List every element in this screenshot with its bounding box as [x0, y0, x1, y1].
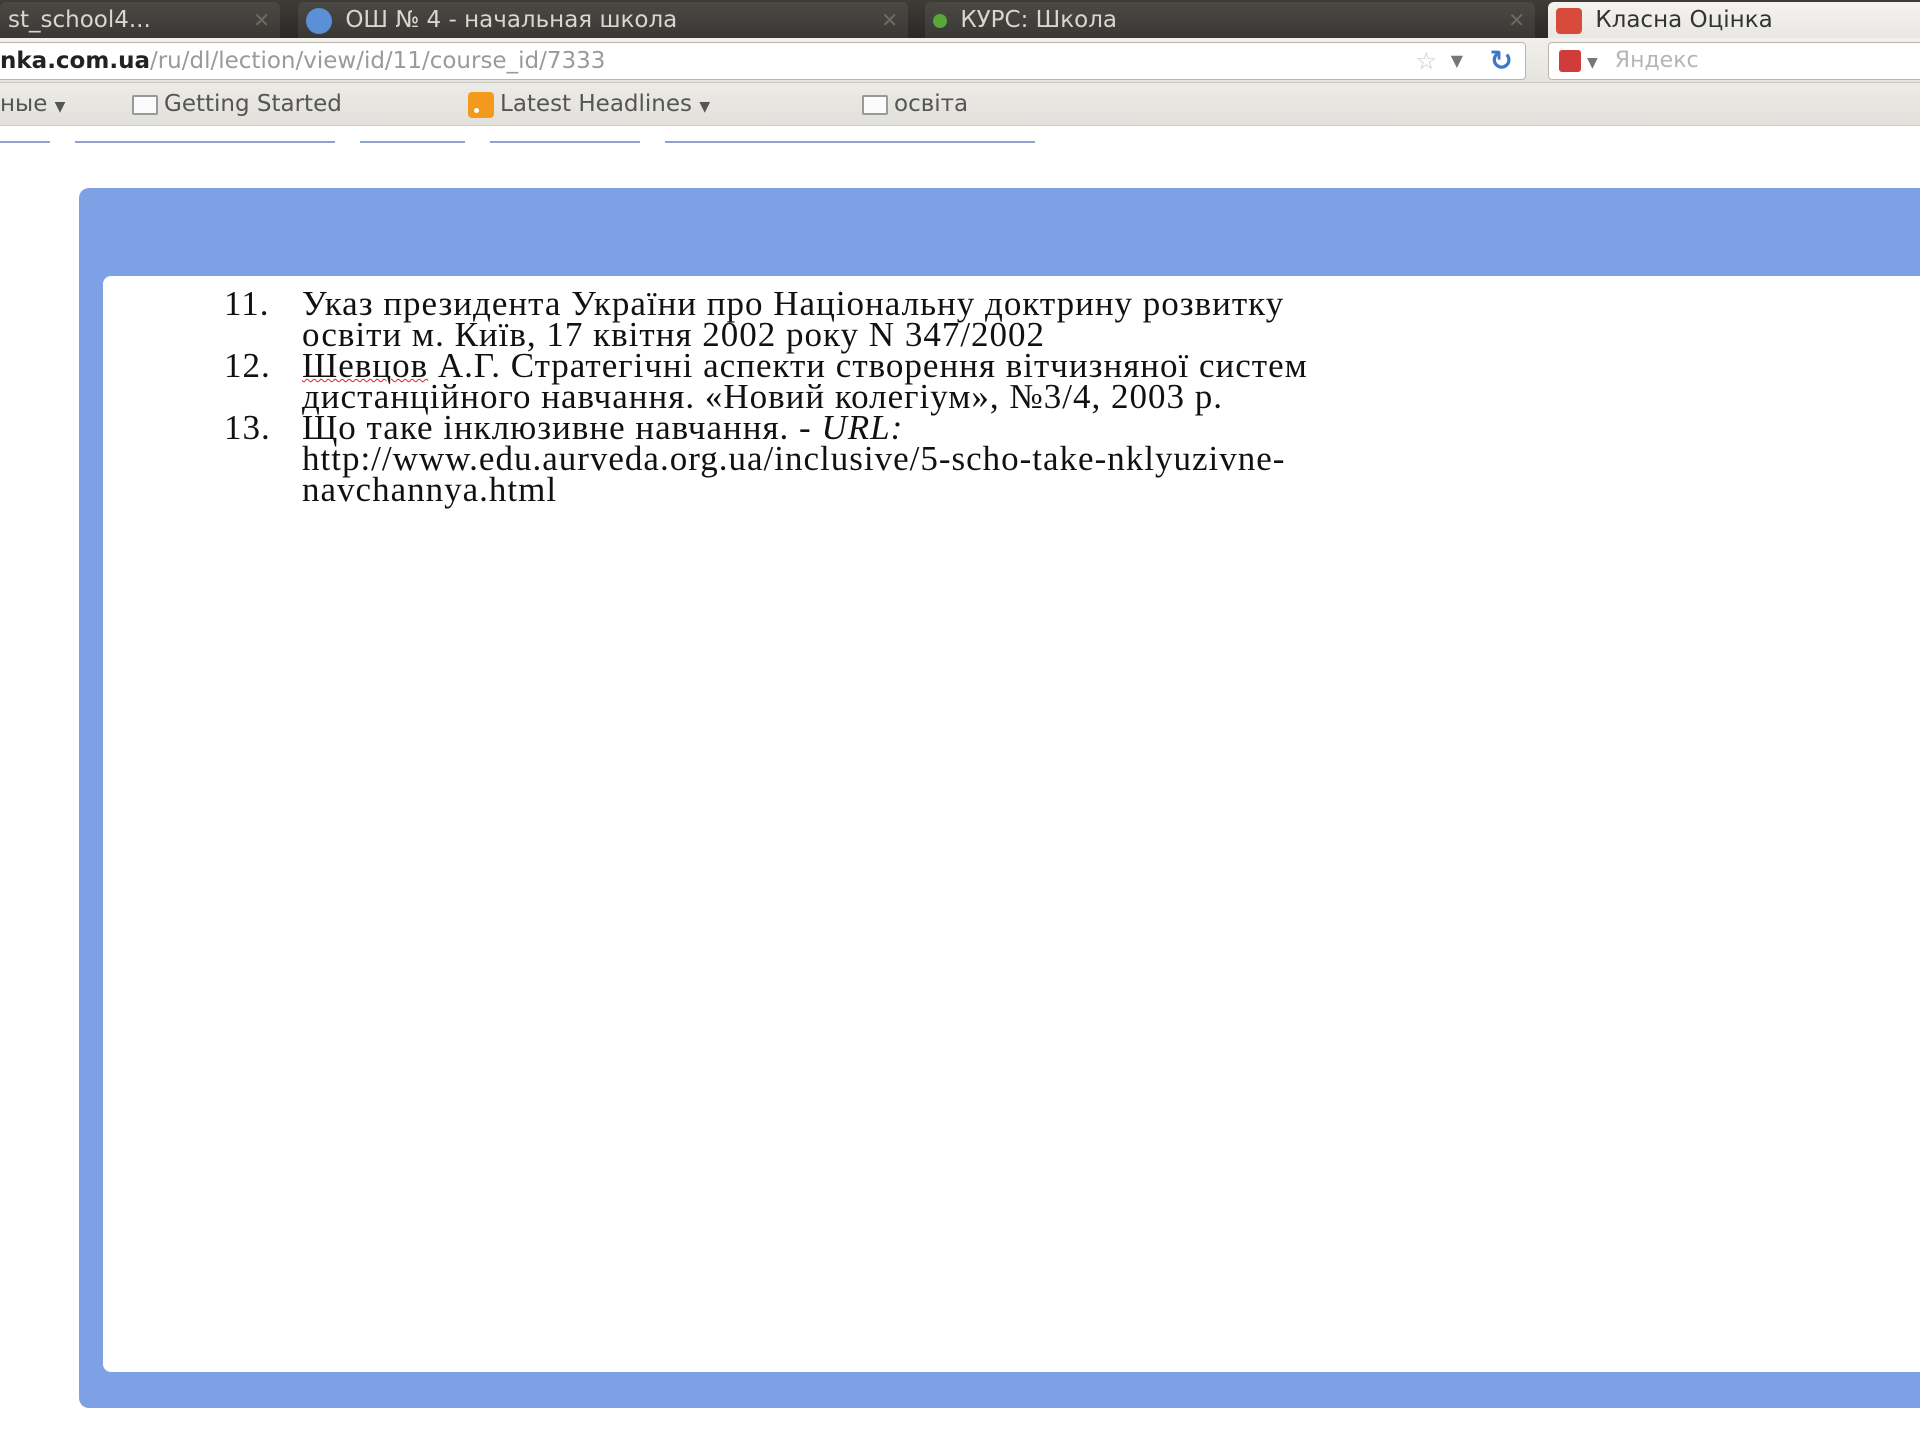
breadcrumb-link[interactable]	[0, 141, 50, 143]
reference-list: 11. Указ президента України про Націонал…	[224, 284, 1920, 509]
rss-icon	[468, 91, 494, 118]
globe-icon	[306, 7, 332, 34]
close-icon[interactable]: ✕	[1508, 2, 1525, 38]
navigation-bar: nka.com.ua/ru/dl/lection/view/id/11/cour…	[0, 38, 1920, 83]
tab-strip: st_school4... ✕ ОШ № 4 - начальная школа…	[0, 0, 1920, 38]
chevron-down-icon[interactable]: ▼	[1587, 55, 1598, 71]
chevron-down-icon[interactable]: ▼	[1451, 43, 1463, 79]
url-domain: nka.com.ua	[0, 48, 150, 74]
bookmark-folder-truncated[interactable]: ные ▼	[0, 83, 65, 128]
reload-icon[interactable]: ↻	[1490, 43, 1513, 79]
breadcrumb-link[interactable]	[490, 141, 640, 143]
list-item: 11. Указ президента України про Націонал…	[224, 284, 1920, 352]
tab-school4[interactable]: st_school4... ✕	[0, 2, 280, 38]
reference-number: 11.	[224, 284, 270, 323]
chevron-down-icon: ▼	[699, 99, 711, 115]
breadcrumb-link[interactable]	[360, 141, 465, 143]
site-icon	[933, 13, 947, 28]
breadcrumb-link[interactable]	[665, 141, 1035, 143]
tab-label: КУРС: Школа	[960, 7, 1117, 33]
search-engine-icon[interactable]	[1559, 50, 1581, 72]
address-bar[interactable]: nka.com.ua/ru/dl/lection/view/id/11/cour…	[0, 42, 1526, 80]
list-item: 13. Що таке інклюзивне навчання. - URL: …	[224, 408, 1920, 509]
bookmark-label: освіта	[894, 91, 969, 117]
tab-kurs[interactable]: КУРС: Школа ✕	[925, 2, 1535, 38]
page-icon	[132, 94, 158, 115]
breadcrumb-link[interactable]	[75, 141, 335, 143]
page-icon	[862, 94, 888, 115]
close-icon[interactable]: ✕	[253, 2, 270, 38]
tab-label: ОШ № 4 - начальная школа	[345, 7, 678, 33]
tab-osh4[interactable]: ОШ № 4 - начальная школа ✕	[298, 2, 908, 38]
reference-number: 12.	[224, 346, 271, 385]
bookmark-label: Getting Started	[164, 91, 342, 117]
search-placeholder: Яндекс	[1614, 48, 1699, 73]
list-item: 12. Шевцов А.Г. Стратегічні аспекти ство…	[224, 346, 1920, 414]
bookmark-getting-started[interactable]: Getting Started	[132, 83, 342, 125]
bookmark-star-icon[interactable]: ☆	[1415, 43, 1437, 79]
close-icon[interactable]: ✕	[881, 2, 898, 38]
site-icon	[1556, 7, 1582, 34]
tab-label: Класна Оцінка	[1595, 7, 1773, 33]
reference-number: 13.	[224, 408, 271, 447]
tab-klasna-otsinka[interactable]: Класна Оцінка	[1548, 2, 1920, 38]
bookmark-label: ные	[0, 91, 48, 117]
url-path: /ru/dl/lection/view/id/11/course_id/7333	[149, 48, 606, 74]
chevron-down-icon: ▼	[54, 99, 66, 115]
reference-url: navchannya.html	[302, 470, 558, 509]
bookmark-osvita[interactable]: освіта	[862, 83, 968, 125]
tab-label: st_school4...	[8, 7, 151, 33]
bookmark-label: Latest Headlines	[500, 91, 693, 117]
bookmark-latest-headlines[interactable]: Latest Headlines ▼	[468, 83, 710, 128]
breadcrumb	[0, 141, 1060, 147]
bookmarks-bar: ные ▼ Getting Started Latest Headlines ▼…	[0, 83, 1920, 126]
search-input[interactable]: ▼ Яндекс	[1548, 42, 1920, 80]
